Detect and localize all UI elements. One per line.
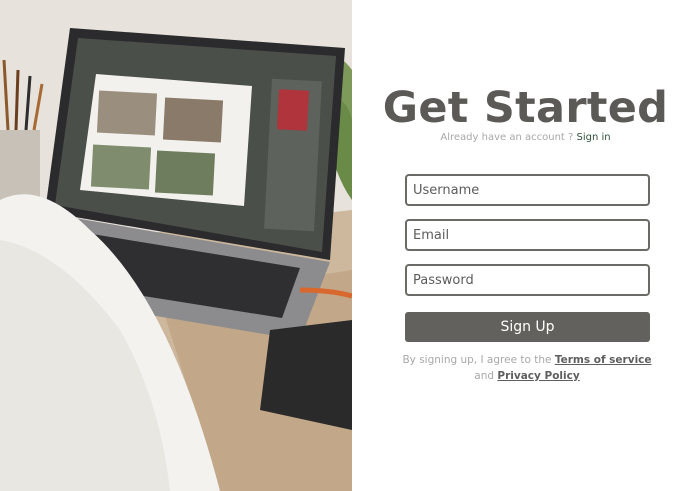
laptop-photo-illustration [0,0,352,491]
terms-prefix-text: By signing up, I agree to the [402,354,552,366]
signup-panel: Get Started Already have an account ? Si… [352,0,699,491]
username-input[interactable] [405,174,650,206]
password-input[interactable] [405,264,650,296]
signup-button[interactable]: Sign Up [405,312,650,342]
signin-link[interactable]: Sign in [577,132,611,143]
terms-notice: By signing up, I agree to the Terms of s… [392,352,662,384]
signin-prompt: Already have an account ? Sign in [352,131,699,145]
already-account-text: Already have an account ? [440,132,574,143]
page-title: Get Started [382,83,669,133]
terms-and-text: and [474,370,495,382]
terms-of-service-link[interactable]: Terms of service [555,354,652,366]
hero-photo [0,0,352,491]
email-input[interactable] [405,219,650,251]
privacy-policy-link[interactable]: Privacy Policy [497,370,579,382]
